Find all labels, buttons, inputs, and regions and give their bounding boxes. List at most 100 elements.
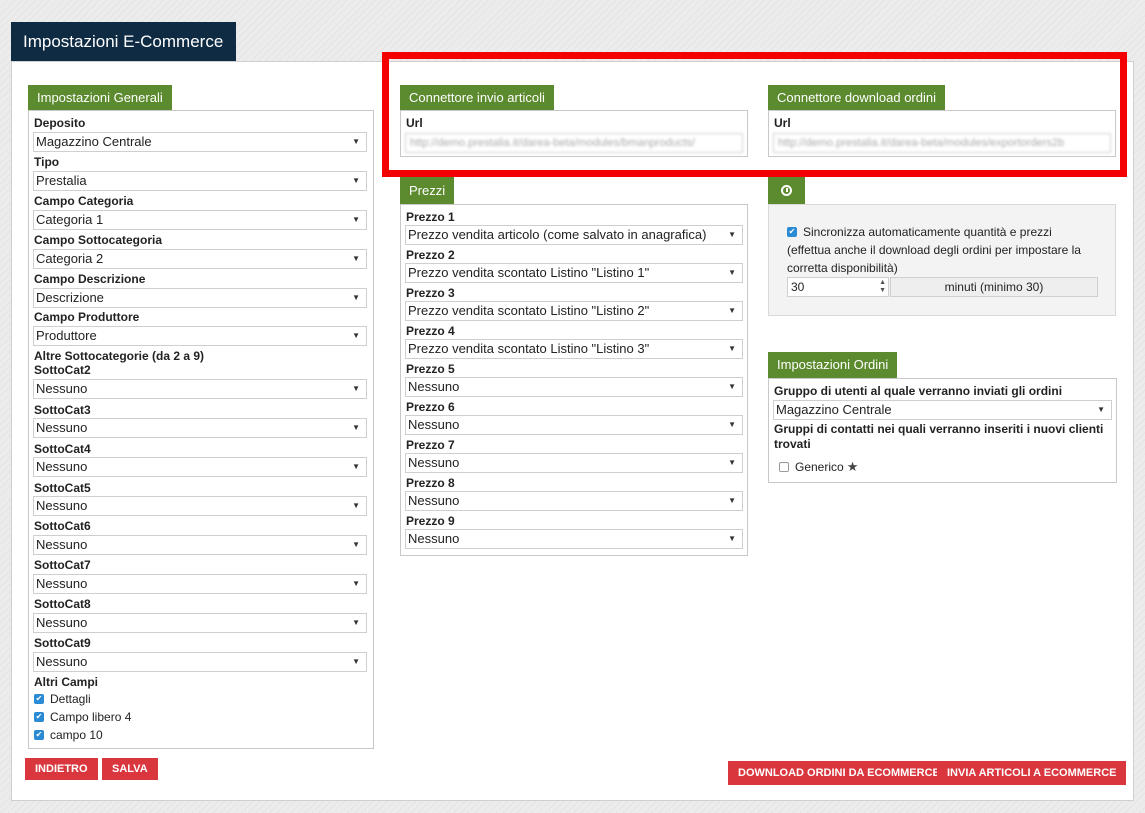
prezzo4-label: Prezzo 4 xyxy=(406,324,455,338)
generico-label: Generico xyxy=(795,460,844,474)
gruppo-utenti-select[interactable]: Magazzino Centrale ▼ xyxy=(773,400,1112,420)
checkbox-campo-libero-4[interactable]: ✔ Campo libero 4 xyxy=(34,710,131,724)
prezzo2-label: Prezzo 2 xyxy=(406,248,455,262)
connettore-invio-box: Url http://demo.prestalia.it/darea-beta/… xyxy=(400,110,748,157)
caret-down-icon: ▼ xyxy=(352,176,360,185)
sottocat6-value: Nessuno xyxy=(36,537,88,552)
sottocat4-select[interactable]: Nessuno ▼ xyxy=(33,457,367,477)
minutes-input[interactable]: 30 ▲ ▼ xyxy=(787,277,889,297)
sottocat7-value: Nessuno xyxy=(36,576,88,591)
caret-down-icon: ▼ xyxy=(728,458,736,467)
caret-down-icon: ▼ xyxy=(352,423,360,432)
deposito-value: Magazzino Centrale xyxy=(36,134,152,149)
prezzo6-select[interactable]: Nessuno ▼ xyxy=(405,415,743,435)
prezzo8-select[interactable]: Nessuno ▼ xyxy=(405,491,743,511)
caret-down-icon: ▼ xyxy=(728,306,736,315)
sottocat4-value: Nessuno xyxy=(36,459,88,474)
url-invio-label: Url xyxy=(406,116,423,130)
sottocat5-value: Nessuno xyxy=(36,498,88,513)
prezzo3-select[interactable]: Prezzo vendita scontato Listino "Listino… xyxy=(405,301,743,321)
sottocat5-select[interactable]: Nessuno ▼ xyxy=(33,496,367,516)
campo-produttore-label: Campo Produttore xyxy=(34,310,140,324)
caret-down-icon: ▼ xyxy=(352,331,360,340)
connettore-download-box: Url http://demo.prestalia.it/darea-beta/… xyxy=(768,110,1116,157)
sottocat6-select[interactable]: Nessuno ▼ xyxy=(33,535,367,555)
campo-categoria-select[interactable]: Categoria 1 ▼ xyxy=(33,210,367,230)
general-settings-box: Deposito Magazzino Centrale ▼ Tipo Presta… xyxy=(28,110,374,749)
indietro-button[interactable]: INDIETRO xyxy=(25,758,98,780)
caret-down-icon: ▼ xyxy=(352,254,360,263)
prezzo7-label: Prezzo 7 xyxy=(406,438,455,452)
checkbox-unchecked-icon[interactable] xyxy=(779,462,789,472)
campo-descrizione-select[interactable]: Descrizione ▼ xyxy=(33,288,367,308)
sottocat9-label: SottoCat9 xyxy=(34,636,91,650)
campo-categoria-label: Campo Categoria xyxy=(34,194,134,208)
prezzo3-label: Prezzo 3 xyxy=(406,286,455,300)
campo-categoria-value: Categoria 1 xyxy=(36,212,104,227)
campo-produttore-select[interactable]: Produttore ▼ xyxy=(33,326,367,346)
page-title: Impostazioni E-Commerce xyxy=(11,22,236,62)
caret-down-icon: ▼ xyxy=(728,534,736,543)
download-ordini-button[interactable]: DOWNLOAD ORDINI DA ECOMMERCE xyxy=(728,761,950,785)
tab-sync xyxy=(768,177,805,204)
prezzo8-label: Prezzo 8 xyxy=(406,476,455,490)
sync-checkbox-row[interactable]: ✔ Sincronizza automaticamente quantità e… xyxy=(787,225,1052,239)
checkbox-checked-icon[interactable]: ✔ xyxy=(34,712,44,722)
sottocat3-value: Nessuno xyxy=(36,420,88,435)
altre-sottocategorie-label: Altre Sottocategorie (da 2 a 9) xyxy=(34,349,205,363)
checkbox-dettagli-label: Dettagli xyxy=(50,692,91,706)
url-invio-input[interactable]: http://demo.prestalia.it/darea-beta/modu… xyxy=(405,133,743,153)
prezzo6-label: Prezzo 6 xyxy=(406,400,455,414)
prezzo1-select[interactable]: Prezzo vendita articolo (come salvato in… xyxy=(405,225,743,245)
prezzo7-value: Nessuno xyxy=(408,455,460,470)
prezzo4-select[interactable]: Prezzo vendita scontato Listino "Listino… xyxy=(405,339,743,359)
deposito-select[interactable]: Magazzino Centrale ▼ xyxy=(33,132,367,152)
checkbox-checked-icon[interactable]: ✔ xyxy=(34,694,44,704)
campo-descrizione-label: Campo Descrizione xyxy=(34,272,146,286)
prezzo7-select[interactable]: Nessuno ▼ xyxy=(405,453,743,473)
campo-sottocategoria-select[interactable]: Categoria 2 ▼ xyxy=(33,249,367,269)
campo-produttore-value: Produttore xyxy=(36,328,97,343)
prezzo5-select[interactable]: Nessuno ▼ xyxy=(405,377,743,397)
sottocat7-select[interactable]: Nessuno ▼ xyxy=(33,574,367,594)
prezzo5-label: Prezzo 5 xyxy=(406,362,455,376)
prezzo9-select[interactable]: Nessuno ▼ xyxy=(405,529,743,549)
sottocat8-value: Nessuno xyxy=(36,615,88,630)
caret-down-icon: ▼ xyxy=(728,268,736,277)
sottocat9-select[interactable]: Nessuno ▼ xyxy=(33,652,367,672)
prezzo9-label: Prezzo 9 xyxy=(406,514,455,528)
checkbox-campo-10[interactable]: ✔ campo 10 xyxy=(34,728,103,742)
checkbox-generico[interactable]: Generico ★ xyxy=(779,459,858,475)
checkbox-campo-10-label: campo 10 xyxy=(50,728,103,742)
caret-down-icon: ▼ xyxy=(352,384,360,393)
sync-box: ✔ Sincronizza automaticamente quantità e… xyxy=(768,204,1116,316)
stepper-icon[interactable]: ▲ ▼ xyxy=(879,279,886,295)
sottocat3-select[interactable]: Nessuno ▼ xyxy=(33,418,367,438)
caret-down-icon: ▼ xyxy=(728,344,736,353)
prezzo2-select[interactable]: Prezzo vendita scontato Listino "Listino… xyxy=(405,263,743,283)
checkbox-campo-libero-4-label: Campo libero 4 xyxy=(50,710,132,724)
salva-button[interactable]: SALVA xyxy=(102,758,158,780)
gruppo-utenti-label: Gruppo di utenti al quale verranno invia… xyxy=(774,384,1063,398)
checkbox-checked-icon[interactable]: ✔ xyxy=(34,730,44,740)
prezzo1-label: Prezzo 1 xyxy=(406,210,455,224)
caret-down-icon: ▼ xyxy=(728,420,736,429)
invia-articoli-button[interactable]: INVIA ARTICOLI A ECOMMERCE xyxy=(937,761,1127,785)
caret-down-icon: ▼ xyxy=(352,501,360,510)
prezzo2-value: Prezzo vendita scontato Listino "Listino… xyxy=(408,265,650,280)
caret-down-icon: ▼ xyxy=(352,618,360,627)
url-download-input[interactable]: http://demo.prestalia.it/darea-beta/modu… xyxy=(773,133,1111,153)
checkbox-checked-icon[interactable]: ✔ xyxy=(787,227,797,237)
prezzo1-value: Prezzo vendita articolo (come salvato in… xyxy=(408,227,707,242)
prezzo9-value: Nessuno xyxy=(408,531,460,546)
ordini-box: Gruppo di utenti al quale verranno invia… xyxy=(768,378,1117,483)
tipo-label: Tipo xyxy=(34,155,60,169)
altri-campi-label: Altri Campi xyxy=(34,675,99,689)
gruppi-contatti-label-2: trovati xyxy=(774,437,811,451)
sottocat8-select[interactable]: Nessuno ▼ xyxy=(33,613,367,633)
minutes-value: 30 xyxy=(791,280,805,294)
tipo-select[interactable]: Prestalia ▼ xyxy=(33,171,367,191)
checkbox-dettagli[interactable]: ✔ Dettagli xyxy=(34,692,91,706)
sottocat2-select[interactable]: Nessuno ▼ xyxy=(33,379,367,399)
sync-line1: Sincronizza automaticamente quantità e p… xyxy=(803,225,1052,239)
